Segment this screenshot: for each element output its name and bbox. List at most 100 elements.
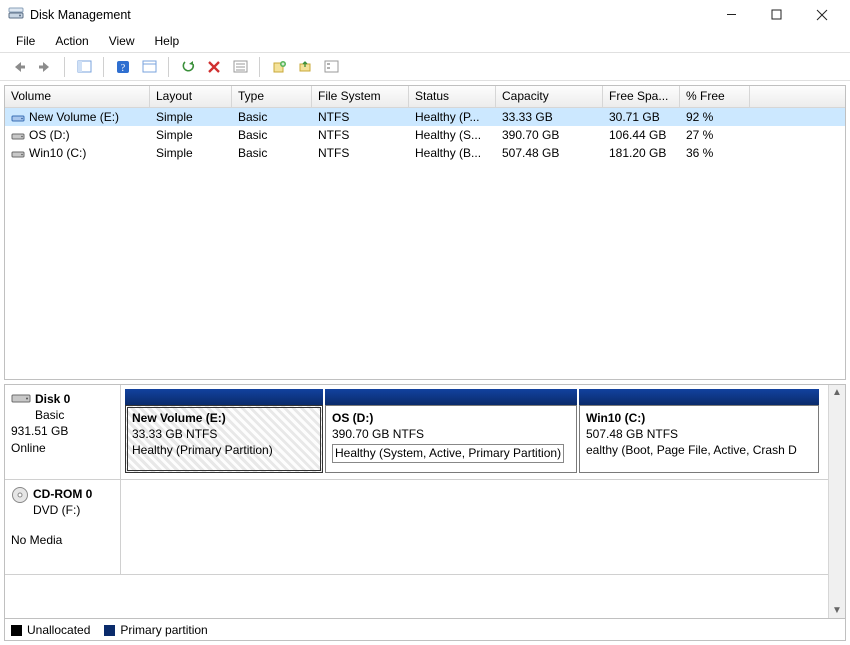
disk-row: Disk 0Basic931.51 GBOnlineNew Volume (E:… (5, 385, 845, 480)
titlebar: Disk Management (0, 0, 850, 30)
column-header-pctfree[interactable]: % Free (680, 86, 750, 108)
disk-partitions (121, 480, 845, 574)
partition-title: New Volume (E:) (132, 410, 316, 426)
svg-text:?: ? (121, 63, 126, 74)
column-header-free[interactable]: Free Spa... (603, 86, 680, 108)
scroll-down-icon[interactable]: ▼ (832, 603, 842, 618)
maximize-button[interactable] (754, 1, 799, 29)
column-header-filesystem[interactable]: File System (312, 86, 409, 108)
partition[interactable]: New Volume (E:)33.33 GB NTFSHealthy (Pri… (125, 405, 323, 473)
partition-status: Healthy (Primary Partition) (132, 443, 273, 457)
partition-header-bar (125, 389, 323, 405)
new-volume-button[interactable] (268, 56, 290, 78)
action-list-button[interactable] (229, 56, 251, 78)
cell-status: Healthy (P... (409, 109, 496, 125)
column-header-volume[interactable]: Volume (5, 86, 150, 108)
menu-help[interactable]: Help (145, 31, 190, 51)
partition[interactable]: Win10 (C:)507.48 GB NTFSealthy (Boot, Pa… (579, 405, 819, 473)
partition[interactable]: OS (D:)390.70 GB NTFS Healthy (System, Ac… (325, 405, 577, 473)
cell-free: 181.20 GB (603, 145, 680, 161)
cell-status: Healthy (S... (409, 127, 496, 143)
cell-layout: Simple (150, 127, 232, 143)
cell-pct: 36 % (680, 145, 750, 161)
disk-type: Basic (11, 407, 114, 423)
disk-size: 931.51 GB (11, 423, 114, 439)
partition-size: 390.70 GB NTFS (332, 426, 570, 442)
legend-primary-label: Primary partition (120, 623, 207, 637)
cell-free: 106.44 GB (603, 127, 680, 143)
menu-action[interactable]: Action (45, 31, 98, 51)
partition-title: Win10 (C:) (586, 410, 812, 426)
cell-capacity: 33.33 GB (496, 109, 603, 125)
column-header-capacity[interactable]: Capacity (496, 86, 603, 108)
table-row[interactable]: OS (D:)SimpleBasicNTFSHealthy (S...390.7… (5, 126, 845, 144)
swatch-blue-icon (104, 625, 115, 636)
volume-list: Volume Layout Type File System Status Ca… (4, 85, 846, 380)
partition-status: Healthy (System, Active, Primary Partiti… (332, 444, 564, 462)
disk-state: Online (11, 440, 114, 456)
delete-icon[interactable] (203, 56, 225, 78)
disk-icon (11, 391, 31, 409)
cell-pct: 92 % (680, 109, 750, 125)
properties-button[interactable] (138, 56, 160, 78)
minimize-button[interactable] (709, 1, 754, 29)
cell-layout: Simple (150, 109, 232, 125)
toolbar: ? (0, 53, 850, 81)
cell-name: New Volume (E:) (5, 109, 150, 125)
menubar: File Action View Help (0, 30, 850, 53)
cell-type: Basic (232, 145, 312, 161)
scroll-up-icon[interactable]: ▲ (832, 385, 842, 400)
vertical-scrollbar[interactable]: ▲ ▼ (828, 385, 845, 618)
refresh-button[interactable] (177, 56, 199, 78)
legend-unallocated: Unallocated (11, 623, 90, 637)
cell-type: Basic (232, 127, 312, 143)
cell-fs: NTFS (312, 145, 409, 161)
menu-file[interactable]: File (6, 31, 45, 51)
column-header-blank (750, 86, 845, 108)
column-header-status[interactable]: Status (409, 86, 496, 108)
partition-status: ealthy (Boot, Page File, Active, Crash D (586, 443, 797, 457)
disk-row: CD-ROM 0DVD (F:)No Media (5, 480, 845, 575)
disk-state: No Media (11, 532, 114, 548)
cell-capacity: 390.70 GB (496, 127, 603, 143)
column-header-type[interactable]: Type (232, 86, 312, 108)
menu-view[interactable]: View (99, 31, 145, 51)
partition-title: OS (D:) (332, 410, 570, 426)
disk-graphical-view: Disk 0Basic931.51 GBOnlineNew Volume (E:… (4, 384, 846, 619)
partition-size: 507.48 GB NTFS (586, 426, 812, 442)
cell-type: Basic (232, 109, 312, 125)
cell-pct: 27 % (680, 127, 750, 143)
cell-capacity: 507.48 GB (496, 145, 603, 161)
app-icon (8, 7, 24, 23)
cell-fs: NTFS (312, 127, 409, 143)
drive-icon (11, 148, 25, 160)
show-hide-tree-button[interactable] (73, 56, 95, 78)
table-row[interactable]: Win10 (C:)SimpleBasicNTFSHealthy (B...50… (5, 144, 845, 162)
help-icon-button[interactable]: ? (112, 56, 134, 78)
settings-list-button[interactable] (320, 56, 342, 78)
cell-fs: NTFS (312, 109, 409, 125)
attach-vhd-button[interactable] (294, 56, 316, 78)
cell-name: OS (D:) (5, 127, 150, 143)
cell-name: Win10 (C:) (5, 145, 150, 161)
disk-info[interactable]: Disk 0Basic931.51 GBOnline (5, 385, 121, 479)
column-header-layout[interactable]: Layout (150, 86, 232, 108)
legend: Unallocated Primary partition (4, 619, 846, 641)
forward-button[interactable] (34, 56, 56, 78)
close-button[interactable] (799, 1, 844, 29)
legend-unallocated-label: Unallocated (27, 623, 90, 637)
back-button[interactable] (8, 56, 30, 78)
cell-layout: Simple (150, 145, 232, 161)
table-row[interactable]: New Volume (E:)SimpleBasicNTFSHealthy (P… (5, 108, 845, 126)
partition-size: 33.33 GB NTFS (132, 426, 316, 442)
disk-info[interactable]: CD-ROM 0DVD (F:)No Media (5, 480, 121, 574)
volume-list-header: Volume Layout Type File System Status Ca… (5, 86, 845, 108)
partition-header-bar (579, 389, 819, 405)
drive-icon (11, 130, 25, 142)
cell-status: Healthy (B... (409, 145, 496, 161)
drive-icon (11, 112, 25, 124)
partition-header-bar (325, 389, 577, 405)
legend-primary: Primary partition (104, 623, 207, 637)
disk-icon (11, 486, 29, 508)
cell-free: 30.71 GB (603, 109, 680, 125)
